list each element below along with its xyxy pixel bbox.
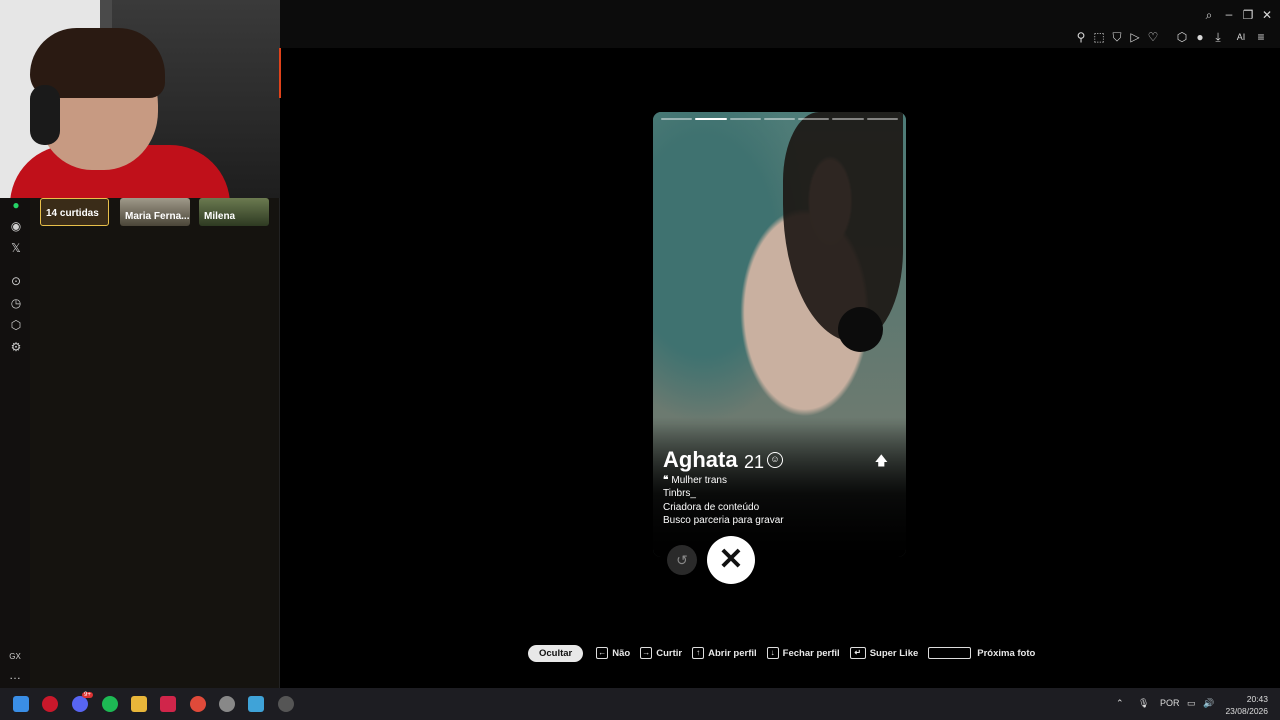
progress-segment — [832, 118, 864, 120]
close-icon[interactable]: ✕ — [1260, 9, 1274, 21]
hide-button[interactable]: Ocultar — [528, 644, 584, 662]
profile-bio: ❝ Mulher trans Tinbrs_ Criadora de conteú… — [663, 474, 784, 527]
extensions-icon[interactable]: ⬡ — [1175, 31, 1189, 43]
app-icon[interactable] — [160, 696, 176, 712]
accent-line — [279, 48, 281, 98]
match-card[interactable]: Maria Ferna... — [120, 198, 190, 226]
key-down-icon: ↓ — [766, 647, 779, 659]
hotkey-like: → Curtir — [640, 647, 683, 659]
open-profile-icon[interactable]: 🡅 — [875, 452, 888, 474]
download-icon[interactable]: ⤓ — [1211, 31, 1225, 43]
discord-badge: 9+ — [82, 692, 93, 698]
play-icon[interactable]: ▷ — [1128, 31, 1142, 43]
passions-icon: ☺ — [767, 452, 783, 468]
photo-progress-bar — [661, 118, 898, 120]
match-card-label: Milena — [204, 211, 236, 222]
capture-icon[interactable] — [248, 696, 264, 712]
key-up-icon: ↑ — [692, 647, 705, 659]
matches-panel: 14 curtidas Maria Ferna... Milena — [30, 198, 280, 688]
clock[interactable]: 20:43 23/08/2026 — [1225, 693, 1268, 717]
display-icon[interactable]: ▭ — [1187, 698, 1196, 709]
bio-line: Tinbrs_ — [663, 488, 696, 500]
player-icon[interactable]: ⊙ — [9, 274, 23, 288]
volume-icon[interactable]: 🔊 — [1203, 698, 1214, 709]
progress-segment — [695, 118, 727, 120]
progress-segment — [798, 118, 830, 120]
bio-line: ❝ Mulher trans — [663, 475, 727, 486]
browser-topbar: ⌕ – ❐ ✕ ⚲ ⬚ ⛉ ▷ ♡ ⬡ ● ⤓ AI ≡ — [280, 0, 1280, 48]
progress-segment — [729, 118, 761, 120]
bio-line: Criadora de conteúdo — [663, 501, 760, 513]
likes-card-label: 14 curtidas — [46, 208, 99, 219]
settings-icon[interactable]: ⚙ — [9, 340, 23, 354]
chrome-icon[interactable] — [190, 696, 206, 712]
hotkey-super-like: ↵ Super Like — [849, 647, 918, 659]
webcam-overlay — [0, 0, 280, 198]
progress-segment — [763, 118, 796, 120]
key-space-icon — [928, 647, 972, 659]
app-icon[interactable] — [278, 696, 294, 712]
key-left-icon: ← — [596, 647, 609, 659]
photo-detail — [838, 307, 883, 352]
key-right-icon: → — [640, 647, 653, 659]
spotify-icon[interactable] — [102, 696, 118, 712]
gx-label[interactable]: GX — [0, 652, 30, 661]
hotkey-nope: ← Não — [596, 647, 631, 659]
key-enter-icon: ↵ — [849, 647, 866, 659]
more-icon[interactable]: … — [0, 668, 30, 682]
whatsapp-icon[interactable]: ● — [9, 198, 23, 212]
progress-segment — [661, 118, 693, 120]
bio-line: Busco parceria para gravar — [663, 514, 784, 526]
profile-age: 21 — [744, 452, 765, 472]
hotkey-next-photo: Próxima foto — [928, 647, 1035, 659]
tray-expand-icon[interactable]: ⌃ — [1116, 698, 1124, 709]
hotkey-open-profile: ↑ Abrir perfil — [692, 647, 757, 659]
search-icon[interactable]: ⌕ — [1202, 9, 1216, 21]
opera-gx-icon[interactable] — [42, 696, 58, 712]
profile-card[interactable]: Aghata 21 ☺ 🡅 ❝ Mulher trans Tinbrs_ Cria… — [653, 112, 906, 557]
rewind-button[interactable]: ↺ — [667, 545, 697, 575]
likes-card[interactable]: 14 curtidas — [40, 198, 109, 226]
discord-icon[interactable] — [72, 696, 88, 712]
progress-segment — [866, 118, 898, 120]
nope-button[interactable]: ✕ — [707, 536, 755, 584]
profile-icon[interactable]: ● — [1193, 31, 1207, 43]
snapshot-icon[interactable]: ⬚ — [1092, 31, 1106, 43]
windows-start-icon[interactable] — [13, 696, 29, 712]
hotkey-close-profile: ↓ Fechar perfil — [766, 647, 840, 659]
browser-sidebar: ● ◉ 𝕏 ⊙ ◷ ⬡ ⚙ GX … — [0, 198, 30, 688]
ai-button[interactable]: AI — [1230, 31, 1252, 43]
discord-icon[interactable]: ◉ — [9, 219, 23, 233]
menu-icon[interactable]: ≡ — [1254, 31, 1268, 43]
restore-icon[interactable]: ❐ — [1241, 9, 1255, 21]
shield-icon[interactable]: ⛉ — [1110, 31, 1124, 43]
windows-taskbar: 9+ ⌃ 🎙 POR ▭ 🔊 20:43 23/08/2026 — [0, 688, 1280, 720]
x-twitter-icon[interactable]: 𝕏 — [9, 241, 23, 255]
minimize-icon[interactable]: – — [1222, 8, 1236, 20]
pin-icon[interactable]: ⚲ — [1074, 31, 1088, 43]
quote-icon: ❝ — [663, 475, 669, 486]
match-card-label: Maria Ferna... — [125, 211, 190, 222]
heart-icon[interactable]: ♡ — [1146, 31, 1160, 43]
language-indicator[interactable]: POR — [1160, 698, 1180, 708]
match-card[interactable]: Milena — [199, 198, 269, 226]
webcam-headset — [30, 85, 60, 145]
hotkey-bar: Ocultar ← Não → Curtir ↑ Abrir perfil ↓ Fech… — [528, 644, 1045, 662]
microphone-icon[interactable]: 🎙 — [1138, 698, 1149, 709]
extensions-icon[interactable]: ⬡ — [9, 318, 23, 332]
obs-icon[interactable] — [219, 696, 235, 712]
history-icon[interactable]: ◷ — [9, 296, 23, 310]
profile-name: Aghata — [663, 447, 738, 472]
file-explorer-icon[interactable] — [131, 696, 147, 712]
